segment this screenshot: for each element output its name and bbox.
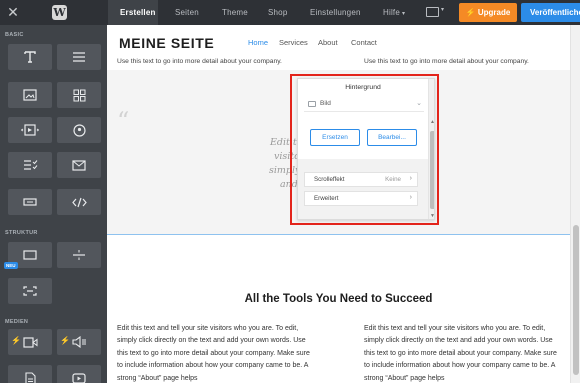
chevron-down-icon[interactable]: ▾ <box>441 6 444 13</box>
document-icon <box>24 371 36 383</box>
audio-element[interactable]: ⚡ <box>57 329 101 355</box>
image-icon <box>308 101 316 107</box>
advanced-label: Erweitert <box>314 195 339 202</box>
chevron-down-icon: ▾ <box>402 11 406 17</box>
upgrade-button[interactable]: ⚡ Upgrade <box>459 3 517 22</box>
text-element[interactable] <box>57 44 101 70</box>
lightning-icon: ⚡ <box>465 8 476 17</box>
publish-button[interactable]: Veröffentlichen <box>521 3 580 22</box>
panel-scrollbar-thumb[interactable] <box>430 131 434 209</box>
map-element[interactable] <box>57 117 101 143</box>
tab-erstellen[interactable]: Erstellen <box>108 0 158 25</box>
chevron-down-icon: ⌄ <box>416 100 422 107</box>
code-icon <box>71 197 87 208</box>
scroll-down-icon[interactable]: ▼ <box>430 213 434 219</box>
paragraph-right[interactable]: Edit this text and tell your site visito… <box>364 323 564 383</box>
tab-seiten[interactable]: Seiten <box>175 0 199 25</box>
page-scrollbar-thumb[interactable] <box>573 225 579 375</box>
background-type-label: Bild <box>320 100 331 107</box>
tab-hilfe-label: Hilfe <box>383 8 401 17</box>
text-icon <box>72 51 86 63</box>
nav-about[interactable]: About <box>318 38 338 47</box>
youtube-icon <box>72 372 86 383</box>
nav-home[interactable]: Home <box>248 38 268 47</box>
edit-button[interactable]: Bearbei... <box>367 129 417 146</box>
close-icon[interactable]: ✕ <box>6 4 20 20</box>
lightning-icon: ⚡ <box>11 336 21 345</box>
panel-title: Hintergrund <box>345 84 381 91</box>
video-icon <box>22 336 38 348</box>
spacer-element[interactable] <box>8 278 52 304</box>
title-element[interactable] <box>8 44 52 70</box>
embed-code-element[interactable] <box>57 189 101 215</box>
site-title[interactable]: MEINE SEITE <box>119 35 214 51</box>
tab-hilfe[interactable]: Hilfe ▾ <box>383 0 405 25</box>
page-canvas: MEINE SEITE Home Services About Contact … <box>107 25 570 383</box>
image-element[interactable] <box>8 82 52 108</box>
image-icon <box>23 89 37 101</box>
section-label-basic: BASIC <box>5 32 24 38</box>
desktop-icon[interactable] <box>426 7 439 17</box>
video-element[interactable]: ⚡ <box>8 329 52 355</box>
nav-services[interactable]: Services <box>279 38 308 47</box>
tab-theme[interactable]: Theme <box>222 0 248 25</box>
scroll-effect-value: Keine <box>385 176 401 183</box>
button-element[interactable] <box>8 189 52 215</box>
intro-text-right[interactable]: Use this text to go into more detail abo… <box>364 58 529 65</box>
youtube-element[interactable] <box>57 365 101 383</box>
title-icon <box>23 50 37 64</box>
tab-einstellungen[interactable]: Einstellungen <box>310 0 361 25</box>
contact-form-element[interactable] <box>57 152 101 178</box>
section-icon <box>23 250 37 260</box>
audio-icon <box>71 336 87 348</box>
panel-scrollbar[interactable]: ▲ ▼ <box>428 79 434 219</box>
weebly-logo-icon[interactable]: W <box>52 5 67 20</box>
section-label-medien: MEDIEN <box>5 319 29 325</box>
button-icon <box>23 198 37 206</box>
tab-shop[interactable]: Shop <box>268 0 287 25</box>
section-divider <box>107 234 570 235</box>
element-sidebar: BASIC STRUKTUR NEU MEDIEN ⚡ ⚡ <box>0 25 107 383</box>
page-scrollbar[interactable] <box>570 25 580 383</box>
envelope-icon <box>72 159 86 171</box>
advanced-option[interactable]: Erweitert › <box>304 191 418 206</box>
section-label-struktur: STRUKTUR <box>5 230 38 236</box>
lightning-icon: ⚡ <box>60 336 70 345</box>
document-element[interactable] <box>8 365 52 383</box>
background-type-select[interactable]: Bild ⌄ <box>304 98 424 112</box>
scroll-effect-option[interactable]: Scrolleffekt Keine › <box>304 172 418 187</box>
new-badge: NEU <box>4 262 18 269</box>
chevron-right-icon: › <box>409 194 412 201</box>
paragraph-left[interactable]: Edit this text and tell your site visito… <box>117 323 317 383</box>
top-toolbar: ✕ W Erstellen Seiten Theme Shop Einstell… <box>0 0 580 25</box>
section-heading[interactable]: All the Tools You Need to Succeed <box>107 293 570 305</box>
spacer-icon <box>23 286 37 296</box>
upgrade-label: Upgrade <box>477 8 511 17</box>
scroll-effect-label: Scrolleffekt <box>314 176 345 183</box>
panel-options-area: Scrolleffekt Keine › Erweitert › <box>298 159 428 219</box>
quote-icon: “ <box>117 107 130 135</box>
divider-element[interactable] <box>57 242 101 268</box>
gallery-element[interactable] <box>57 82 101 108</box>
slideshow-element[interactable] <box>8 117 52 143</box>
map-pin-icon <box>72 123 86 137</box>
divider-icon <box>72 249 86 261</box>
replace-button[interactable]: Ersetzen <box>310 129 360 146</box>
scroll-up-icon[interactable]: ▲ <box>430 119 434 125</box>
form-icon <box>23 159 38 171</box>
chevron-right-icon: › <box>409 175 412 182</box>
intro-text-left[interactable]: Use this text to go into more detail abo… <box>117 58 282 65</box>
nav-contact[interactable]: Contact <box>351 38 377 47</box>
site-header: MEINE SEITE Home Services About Contact <box>107 25 570 58</box>
form-element[interactable] <box>8 152 52 178</box>
background-settings-panel: Hintergrund Bild ⌄ Ersetzen Bearbei... S… <box>297 78 435 220</box>
gallery-icon <box>73 89 86 102</box>
slideshow-icon <box>21 124 39 136</box>
